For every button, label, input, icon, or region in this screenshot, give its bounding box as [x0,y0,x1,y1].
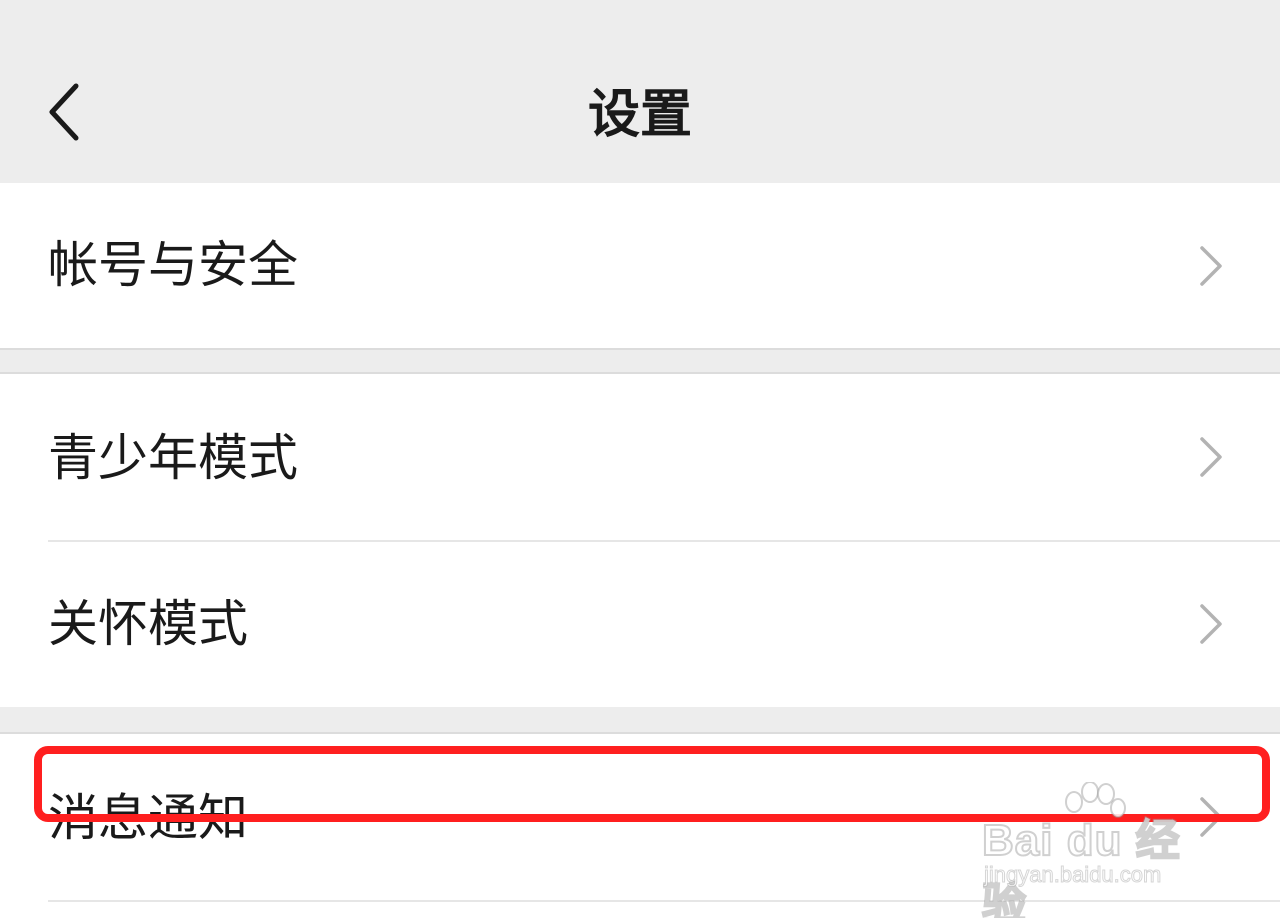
settings-item-label: 关怀模式 [48,595,248,653]
settings-item-care-mode[interactable]: 关怀模式 [0,542,1280,707]
chevron-right-icon [1200,437,1222,477]
section-separator [0,348,1280,350]
settings-group-notifications: 消息通知 [0,734,1280,918]
navigation-bar: 设置 [0,0,1280,183]
settings-item-label: 青少年模式 [48,429,298,487]
chevron-right-icon [1200,246,1222,286]
settings-group-account: 帐号与安全 [0,183,1280,348]
chevron-right-icon [1200,604,1222,644]
settings-item-label: 帐号与安全 [48,236,298,294]
chevron-right-icon [1200,797,1222,837]
row-divider [48,900,1280,902]
settings-item-youth-mode[interactable]: 青少年模式 [0,374,1280,540]
settings-group-modes: 青少年模式 关怀模式 [0,374,1280,707]
settings-screen: 设置 帐号与安全 青少年模式 关怀模式 消息通知 Bai du 经验 jingy… [0,0,1280,918]
settings-item-account-security[interactable]: 帐号与安全 [0,183,1280,348]
settings-item-message-notification[interactable]: 消息通知 [0,734,1280,900]
page-title: 设置 [587,85,692,145]
settings-item-label: 消息通知 [48,789,248,847]
